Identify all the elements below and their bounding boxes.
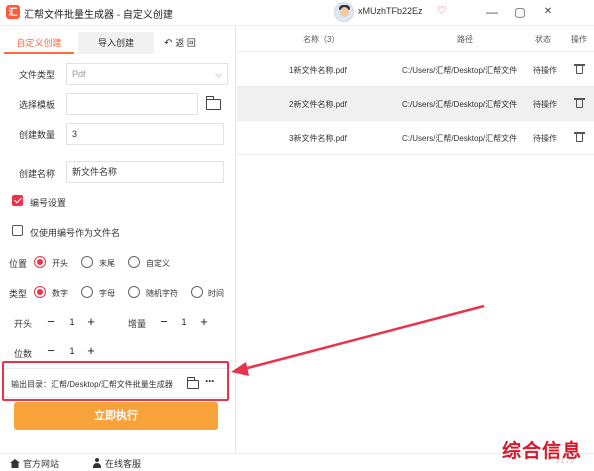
type-label: 类型 (9, 289, 28, 299)
online-support-link[interactable]: 在线客服 (92, 457, 141, 470)
maximize-button[interactable]: ▢ (512, 4, 528, 20)
numbering-label: 编号设置 (30, 198, 67, 208)
type-radio-random[interactable] (128, 286, 140, 298)
table-row[interactable]: 2新文件名称.pdf C:/Users/汇帮/Desktop/汇帮文件 待操作 (237, 87, 594, 121)
file-type-label: 文件类型 (19, 70, 56, 80)
increment-value[interactable]: 1 (176, 317, 192, 327)
template-label: 选择模板 (19, 100, 56, 110)
template-input[interactable] (66, 93, 198, 115)
position-option-end: 末尾 (99, 259, 115, 268)
file-name: 2新文件名称.pdf (289, 100, 347, 109)
start-value[interactable]: 1 (64, 317, 80, 327)
digits-decrement-button[interactable]: − (44, 344, 58, 358)
file-status: 待操作 (533, 66, 557, 75)
digits-increment-button[interactable]: + (84, 344, 98, 358)
increment-label: 增量 (128, 319, 147, 329)
folder-open-icon[interactable] (205, 96, 221, 110)
type-radio-time[interactable] (191, 286, 203, 298)
count-label: 创建数量 (19, 130, 56, 140)
start-increment-button[interactable]: + (84, 315, 98, 329)
close-button[interactable]: ✕ (540, 4, 556, 20)
file-path: C:/Users/汇帮/Desktop/汇帮文件 (402, 100, 518, 109)
table-row[interactable]: 1新文件名称.pdf C:/Users/汇帮/Desktop/汇帮文件 待操作 (237, 53, 594, 87)
position-label: 位置 (9, 259, 28, 269)
table-row[interactable]: 3新文件名称.pdf C:/Users/汇帮/Desktop/汇帮文件 待操作 (237, 121, 594, 155)
digits-value[interactable]: 1 (64, 346, 80, 356)
version-label: 2.1.7.0 (556, 459, 575, 465)
increment-decrement-button[interactable]: − (157, 315, 171, 329)
increment-increment-button[interactable]: + (197, 315, 211, 329)
file-path: C:/Users/汇帮/Desktop/汇帮文件 (402, 134, 518, 143)
position-radio-start[interactable] (34, 256, 46, 268)
support-user-icon (92, 458, 102, 468)
type-option-letter: 字母 (99, 289, 115, 298)
heart-shield-icon[interactable]: ♡ (437, 5, 449, 17)
window-title: 汇帮文件批量生成器 - 自定义创建 (24, 10, 173, 21)
type-option-number: 数字 (52, 289, 68, 298)
trash-icon[interactable] (574, 98, 585, 108)
official-website-label: 官方网站 (23, 459, 60, 469)
column-path: 路径 (457, 35, 473, 44)
type-option-random: 随机字符 (146, 289, 178, 298)
back-label: 返 回 (175, 38, 196, 48)
back-button[interactable]: ↶ 返 回 (164, 36, 196, 49)
file-path: C:/Users/汇帮/Desktop/汇帮文件 (402, 66, 518, 75)
position-option-custom: 自定义 (146, 259, 170, 268)
trash-icon[interactable] (574, 132, 585, 142)
type-option-time: 时间 (208, 289, 224, 298)
file-type-value: Pdf (72, 69, 86, 79)
digits-label: 位数 (14, 349, 33, 359)
column-action: 操作 (571, 35, 587, 44)
file-name: 3新文件名称.pdf (289, 134, 347, 143)
start-decrement-button[interactable]: − (44, 315, 58, 329)
app-logo: 汇 (6, 5, 20, 19)
type-radio-letter[interactable] (81, 286, 93, 298)
file-status: 待操作 (533, 100, 557, 109)
table-header: 名称（3） 路径 状态 操作 (237, 26, 594, 52)
name-input[interactable]: 新文件名称 (66, 161, 224, 183)
only-number-checkbox[interactable] (12, 225, 23, 236)
file-status: 待操作 (533, 134, 557, 143)
position-option-start: 开头 (52, 259, 68, 268)
numbering-checkbox[interactable] (12, 195, 23, 206)
back-arrow-icon: ↶ (164, 38, 173, 49)
column-status: 状态 (535, 35, 551, 44)
type-radio-number[interactable] (34, 286, 46, 298)
column-name: 名称（3） (303, 35, 340, 44)
position-radio-end[interactable] (81, 256, 93, 268)
online-support-label: 在线客服 (105, 459, 142, 469)
tab-import-create[interactable]: 导入创建 (78, 32, 154, 54)
name-label: 创建名称 (19, 169, 56, 179)
count-input[interactable]: 3 (66, 123, 224, 145)
file-name: 1新文件名称.pdf (289, 66, 347, 75)
file-type-select[interactable]: Pdf ⌵ (66, 63, 228, 85)
minimize-button[interactable]: — (484, 4, 500, 20)
title-bar: 汇 汇帮文件批量生成器 - 自定义创建 xMUzhTFb22Ez ♡ — ▢ ✕ (0, 0, 594, 26)
annotation-highlight-box (2, 361, 229, 401)
chevron-down-icon: ⌵ (215, 69, 222, 79)
run-now-button[interactable]: 立即执行 (14, 402, 218, 430)
official-website-link[interactable]: 官方网站 (10, 457, 59, 470)
user-avatar[interactable] (334, 2, 354, 22)
trash-icon[interactable] (574, 64, 585, 74)
start-label: 开头 (14, 319, 33, 329)
username[interactable]: xMUzhTFb22Ez (358, 6, 423, 16)
home-icon (10, 459, 20, 468)
file-list-panel: 名称（3） 路径 状态 操作 1新文件名称.pdf C:/Users/汇帮/De… (237, 26, 594, 453)
only-number-label: 仅使用编号作为文件名 (30, 228, 121, 238)
position-radio-custom[interactable] (128, 256, 140, 268)
tab-custom-create[interactable]: 自定义创建 (4, 32, 74, 54)
